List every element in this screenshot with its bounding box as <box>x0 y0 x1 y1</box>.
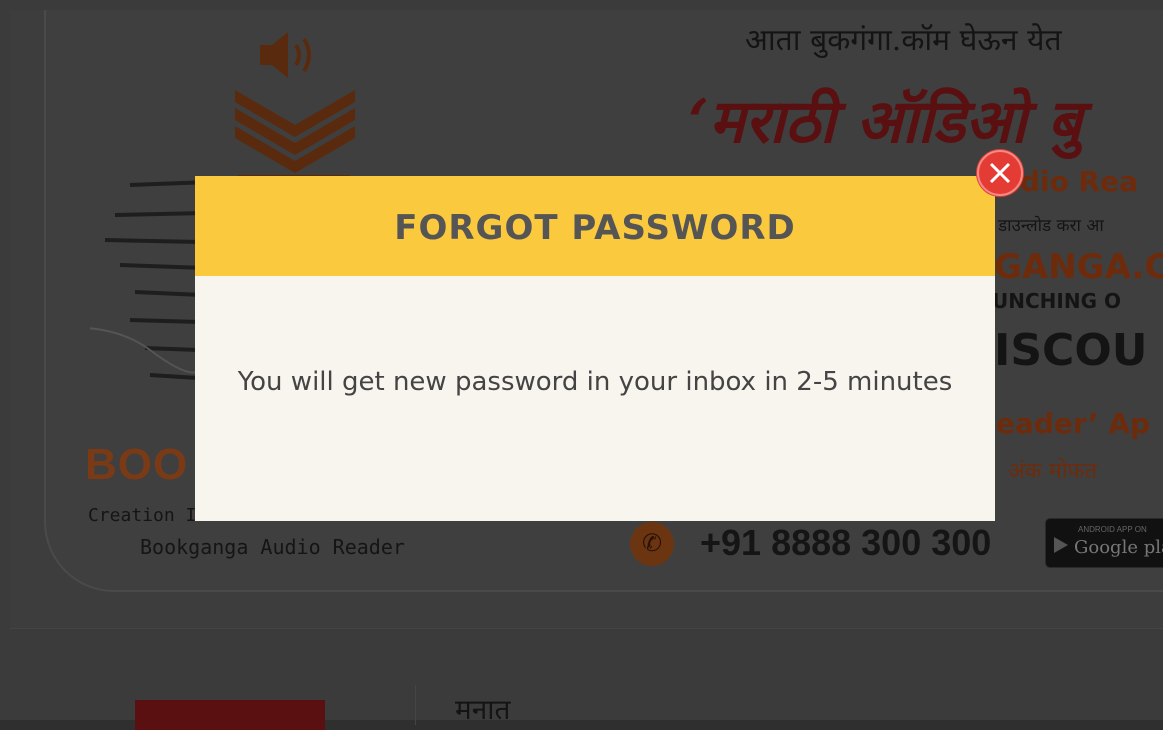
close-icon <box>977 150 1023 196</box>
bottom-heading: मनात <box>455 693 511 726</box>
phone-number: +91 8888 300 300 <box>700 522 992 563</box>
bottom-logo <box>135 700 325 730</box>
close-button[interactable] <box>976 149 1024 197</box>
bottom-separator <box>415 685 416 725</box>
brand-name: BOO <box>85 440 189 489</box>
site-text: GANGA.C <box>994 247 1163 287</box>
modal-title: FORGOT PASSWORD <box>394 208 796 248</box>
brand-tagline: Creation I <box>88 505 197 526</box>
phone-icon: ✆ <box>630 522 674 566</box>
free-issue-text: अंक मोफत <box>1008 459 1098 484</box>
launching-text: UNCHING O <box>992 289 1121 313</box>
google-play-big-text: Google pla <box>1074 537 1163 558</box>
download-text: डाउन्लोड करा आ <box>998 216 1104 236</box>
banner-heading-line2: ‘मराठी ऑडिओ बु <box>688 87 1082 157</box>
google-play-badge[interactable]: ANDROID APP ON Google pla <box>1045 518 1163 568</box>
forgot-password-modal: FORGOT PASSWORD You will get new passwor… <box>195 176 995 521</box>
section-divider <box>10 628 1163 629</box>
play-icon <box>1054 537 1068 553</box>
google-play-small-text: ANDROID APP ON <box>1078 525 1147 534</box>
discount-text: ISCOU <box>994 325 1148 376</box>
reader-app-text: eader’ Ap <box>996 407 1150 440</box>
banner-heading-line1: आता बुकगंगा.कॉम घेऊन येत <box>745 23 1062 58</box>
modal-message: You will get new password in your inbox … <box>237 367 953 397</box>
speaker-icon <box>260 32 311 78</box>
audio-reader-label: Bookganga Audio Reader <box>140 535 405 559</box>
modal-header: FORGOT PASSWORD <box>195 176 995 276</box>
banner-right-text: udio Rea डाउन्लोड करा आ GANGA.C UNCHING … <box>990 165 1163 495</box>
